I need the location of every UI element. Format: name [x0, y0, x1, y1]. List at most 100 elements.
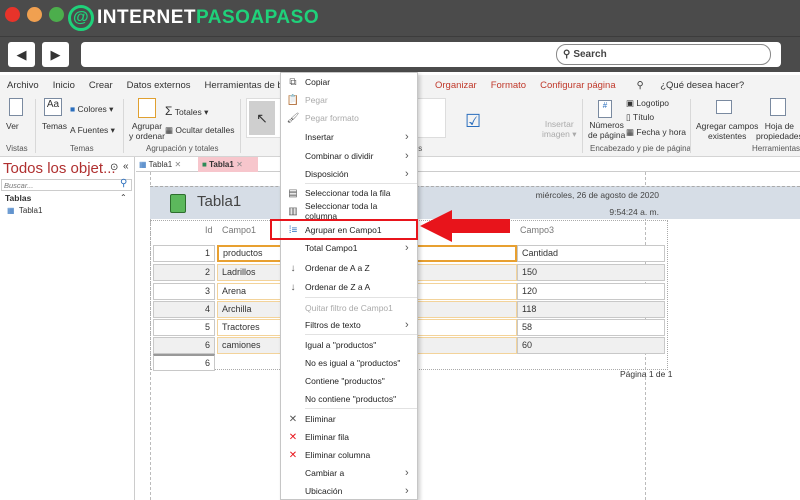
menu-item-ordenar-de-z-a-a[interactable]: ↓ Ordenar de Z a A	[281, 278, 419, 296]
tab-configurar-pagina[interactable]: Configurar página	[540, 80, 616, 91]
cell-id[interactable]: 6	[153, 337, 215, 354]
cell-campo3[interactable]: 60	[517, 337, 665, 354]
hoja-propiedades-button[interactable]: Hoja de propiedades	[756, 121, 800, 141]
menu-item-insertar[interactable]: Insertar ›	[281, 128, 419, 146]
browser-titlebar: @ INTERNET PASOAPASO	[0, 0, 800, 36]
menu-item-combinar-o-dividir[interactable]: Combinar o dividir ›	[281, 147, 419, 165]
menu-item-no-es-igual-a-productos[interactable]: No es igual a "productos"	[281, 354, 419, 372]
menu-item-eliminar-columna[interactable]: ✕ Eliminar columna	[281, 446, 419, 464]
insertar-imagen-button[interactable]: Insertar imagen ▾	[542, 119, 577, 139]
agregar-campos-button[interactable]: Agregar campos existentes	[696, 121, 758, 141]
back-button[interactable]: ◀	[8, 42, 35, 67]
numeros-pagina-button[interactable]: Números de página	[588, 120, 625, 140]
header-id[interactable]: Id	[205, 225, 213, 235]
cell-campo3[interactable]: 120	[517, 283, 665, 300]
copy-icon: ⧉	[289, 76, 297, 88]
nav-section-tablas[interactable]: Tablas	[5, 193, 31, 203]
menu-item-cambiar-a[interactable]: Cambiar a ›	[281, 464, 419, 482]
cell-campo3[interactable]: 58	[517, 319, 665, 336]
page-number-icon: #	[598, 100, 612, 118]
cell-campo3[interactable]: 150	[517, 264, 665, 281]
group-sort-icon	[138, 98, 156, 118]
cell-id[interactable]: 1	[153, 245, 215, 262]
group-encabezado: Encabezado y pie de página	[590, 144, 691, 153]
cell-campo3[interactable]: Cantidad	[517, 245, 665, 262]
fecha-hora-button[interactable]: ▦ Fecha y hora	[626, 127, 686, 138]
cell-campo3[interactable]: 118	[517, 301, 665, 318]
tab-organizar[interactable]: Organizar	[435, 80, 477, 91]
cell-id[interactable]: 3	[153, 283, 215, 300]
menu-item-contiene-productos[interactable]: Contiene "productos"	[281, 372, 419, 390]
doc-tab-tabla1-active[interactable]: ■ Tabla1 ✕	[198, 157, 258, 172]
nav-search-input[interactable]	[1, 179, 132, 191]
select-pointer-icon[interactable]: ↖	[249, 101, 275, 135]
menu-item-copiar[interactable]: ⧉ Copiar	[281, 73, 419, 91]
collapse-nav-icon[interactable]: «	[123, 161, 129, 172]
menu-item-eliminar-fila[interactable]: ✕ Eliminar fila	[281, 428, 419, 446]
tell-me-search[interactable]: ⚲ ¿Qué desea hacer?	[630, 80, 752, 91]
menu-item-quitar-filtro-de-campo1[interactable]: Quitar filtro de Campo1	[281, 299, 419, 317]
menu-item-seleccionar-toda-la-columna[interactable]: ▥ Seleccionar toda la columna	[281, 201, 419, 221]
doc-tab-tabla1[interactable]: ▦ Tabla1 ✕	[139, 158, 199, 172]
tab-inicio[interactable]: Inicio	[53, 80, 75, 91]
menu-item-label: Disposición	[305, 169, 349, 179]
close-tab-icon[interactable]: ✕	[236, 160, 243, 169]
menu-separator	[305, 334, 417, 335]
menu-item-ubicación[interactable]: Ubicación ›	[281, 482, 419, 500]
fuentes-button[interactable]: A Fuentes ▾	[70, 125, 115, 136]
delete-column-icon: ✕	[288, 449, 298, 461]
tab-crear[interactable]: Crear	[89, 80, 113, 91]
cell-id[interactable]: 5	[153, 319, 215, 336]
select-column-icon: ▥	[288, 205, 298, 217]
insertar-label: Insertar	[544, 119, 574, 129]
ocultar-detalles-button[interactable]: ▦ Ocultar detalles	[165, 125, 234, 136]
nav-item-tabla1[interactable]: ▦ Tabla1	[7, 206, 42, 215]
tab-archivo[interactable]: Archivo	[7, 80, 39, 91]
sigma-icon: Σ	[165, 104, 173, 118]
address-bar[interactable]: ⚲ Search	[81, 42, 781, 67]
minimize-window-button[interactable]	[27, 7, 42, 22]
menu-item-igual-a-productos[interactable]: Igual a "productos"	[281, 336, 419, 354]
forward-button[interactable]: ▶	[42, 42, 69, 67]
record-count[interactable]: 6	[153, 354, 215, 371]
menu-item-eliminar[interactable]: ✕ Eliminar	[281, 410, 419, 428]
nav-menu-icon[interactable]: ⊙	[110, 162, 118, 173]
colores-button[interactable]: ■ Colores ▾	[70, 104, 113, 115]
report-date[interactable]: miércoles, 26 de agosto de 2020	[536, 190, 659, 200]
tab-herramientas[interactable]: Herramientas de ba	[205, 80, 288, 91]
menu-item-label: Eliminar fila	[305, 432, 349, 442]
ver-button[interactable]: Ver	[6, 121, 19, 131]
search-box[interactable]: ⚲ Search	[556, 44, 771, 65]
cell-id[interactable]: 2	[153, 264, 215, 281]
tab-formato[interactable]: Formato	[491, 80, 526, 91]
page-number[interactable]: Página 1 de 1	[620, 369, 672, 379]
report-title[interactable]: Tabla1	[197, 193, 241, 210]
menu-item-disposición[interactable]: Disposición ›	[281, 165, 419, 183]
collapse-section-icon[interactable]: ⌃	[120, 193, 127, 202]
checkbox-control-icon[interactable]: ☑	[465, 111, 481, 132]
close-window-button[interactable]	[5, 7, 20, 22]
menu-item-ordenar-de-a-a-z[interactable]: ↓ Ordenar de A a Z	[281, 259, 419, 277]
totales-button[interactable]: Σ Totales ▾	[165, 104, 208, 118]
search-icon[interactable]: ⚲	[120, 178, 127, 189]
y-ordenar-label: y ordenar	[129, 131, 165, 141]
close-tab-icon[interactable]: ✕	[174, 160, 181, 169]
menu-item-total-campo1[interactable]: Total Campo1 ›	[281, 239, 419, 257]
cell-id[interactable]: 4	[153, 301, 215, 318]
group-herramientas: Herramientas	[752, 144, 800, 153]
titulo-button[interactable]: ▯ Título	[626, 112, 654, 123]
tab-datos-externos[interactable]: Datos externos	[127, 80, 191, 91]
menu-item-pegar-formato[interactable]: 🖌 Pegar formato	[281, 109, 419, 127]
header-campo3[interactable]: Campo3	[520, 225, 554, 235]
hoja-label: Hoja de	[764, 121, 795, 131]
report-time[interactable]: 9:54:24 a. m.	[609, 207, 659, 217]
logotipo-button[interactable]: ▣ Logotipo	[626, 98, 669, 109]
agrupar-ordenar-button[interactable]: Agrupar y ordenar	[129, 121, 165, 141]
temas-button[interactable]: Temas	[42, 121, 67, 131]
menu-item-filtros-de-texto[interactable]: Filtros de texto ›	[281, 316, 419, 334]
menu-item-seleccionar-toda-la-fila[interactable]: ▤ Seleccionar toda la fila	[281, 184, 419, 202]
header-campo1[interactable]: Campo1	[222, 225, 256, 235]
maximize-window-button[interactable]	[49, 7, 64, 22]
menu-item-pegar[interactable]: 📋 Pegar	[281, 91, 419, 109]
menu-item-no-contiene-productos[interactable]: No contiene "productos"	[281, 390, 419, 408]
